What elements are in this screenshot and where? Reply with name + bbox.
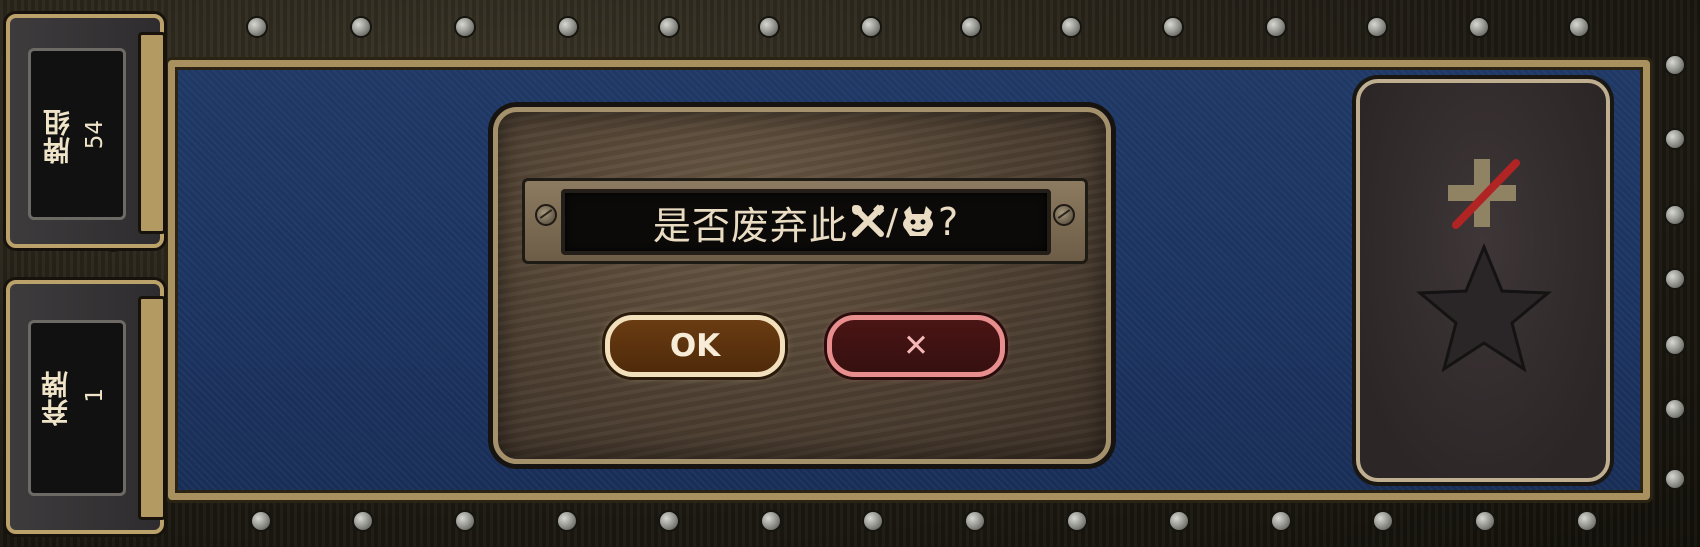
dialog-title-plate: 是否废弃此 / ? <box>522 178 1088 264</box>
rivet <box>352 18 370 36</box>
deck-pile[interactable]: 54 牌组 <box>6 14 166 248</box>
rivet <box>1267 18 1285 36</box>
deck-label: 牌组 <box>44 108 75 164</box>
rivet <box>760 18 778 36</box>
ok-button[interactable]: OK <box>605 315 785 377</box>
dialog-question-icons: / <box>850 202 938 243</box>
discard-label: 弃牌 <box>42 370 73 426</box>
rivet <box>1578 512 1596 530</box>
rivet <box>1666 470 1684 488</box>
rivet <box>1062 18 1080 36</box>
rivet <box>1570 18 1588 36</box>
rivet <box>1666 56 1684 74</box>
rivet <box>559 18 577 36</box>
rivet <box>1374 512 1392 530</box>
icon-separator: / <box>885 201 898 243</box>
dialog-question: 是否废弃此 <box>652 203 848 248</box>
rivet <box>1476 512 1494 530</box>
rivet <box>864 512 882 530</box>
rivet <box>966 512 984 530</box>
rivet <box>660 18 678 36</box>
rivet <box>558 512 576 530</box>
card-slot[interactable] <box>1356 79 1610 482</box>
screw-left <box>535 204 557 226</box>
rivet <box>456 18 474 36</box>
rivet <box>252 512 270 530</box>
rivet <box>1164 18 1182 36</box>
star-icon <box>1416 243 1552 373</box>
rivet <box>1272 512 1290 530</box>
rivet <box>1368 18 1386 36</box>
rivet <box>1170 512 1188 530</box>
rivet <box>248 18 266 36</box>
screw-right <box>1053 204 1075 226</box>
rivet <box>862 18 880 36</box>
dialog-title-bar: 是否废弃此 / ? <box>561 189 1051 255</box>
monster-icon <box>902 205 933 236</box>
deck-pile-tab <box>138 32 166 234</box>
rivet <box>1666 130 1684 148</box>
rivet <box>1666 270 1684 288</box>
rivet <box>1666 400 1684 418</box>
no-plus-icon <box>1448 159 1520 229</box>
discard-pile[interactable]: 1 弃牌 <box>6 280 166 534</box>
discard-confirm-dialog: 是否废弃此 / ? OK ✕ <box>493 107 1111 464</box>
discard-pile-tab <box>138 296 166 520</box>
rivet <box>660 512 678 530</box>
rivet <box>1666 336 1684 354</box>
rivet <box>354 512 372 530</box>
deck-count: 54 <box>82 120 108 150</box>
tools-icon <box>851 203 885 237</box>
discard-count: 1 <box>82 388 108 403</box>
rivet <box>1068 512 1086 530</box>
rivet <box>1666 206 1684 224</box>
rivet <box>762 512 780 530</box>
rivet <box>962 18 980 36</box>
rivet <box>1470 18 1488 36</box>
dialog-question-mark: ? <box>937 200 960 244</box>
rivet <box>456 512 474 530</box>
cancel-button[interactable]: ✕ <box>827 315 1005 377</box>
